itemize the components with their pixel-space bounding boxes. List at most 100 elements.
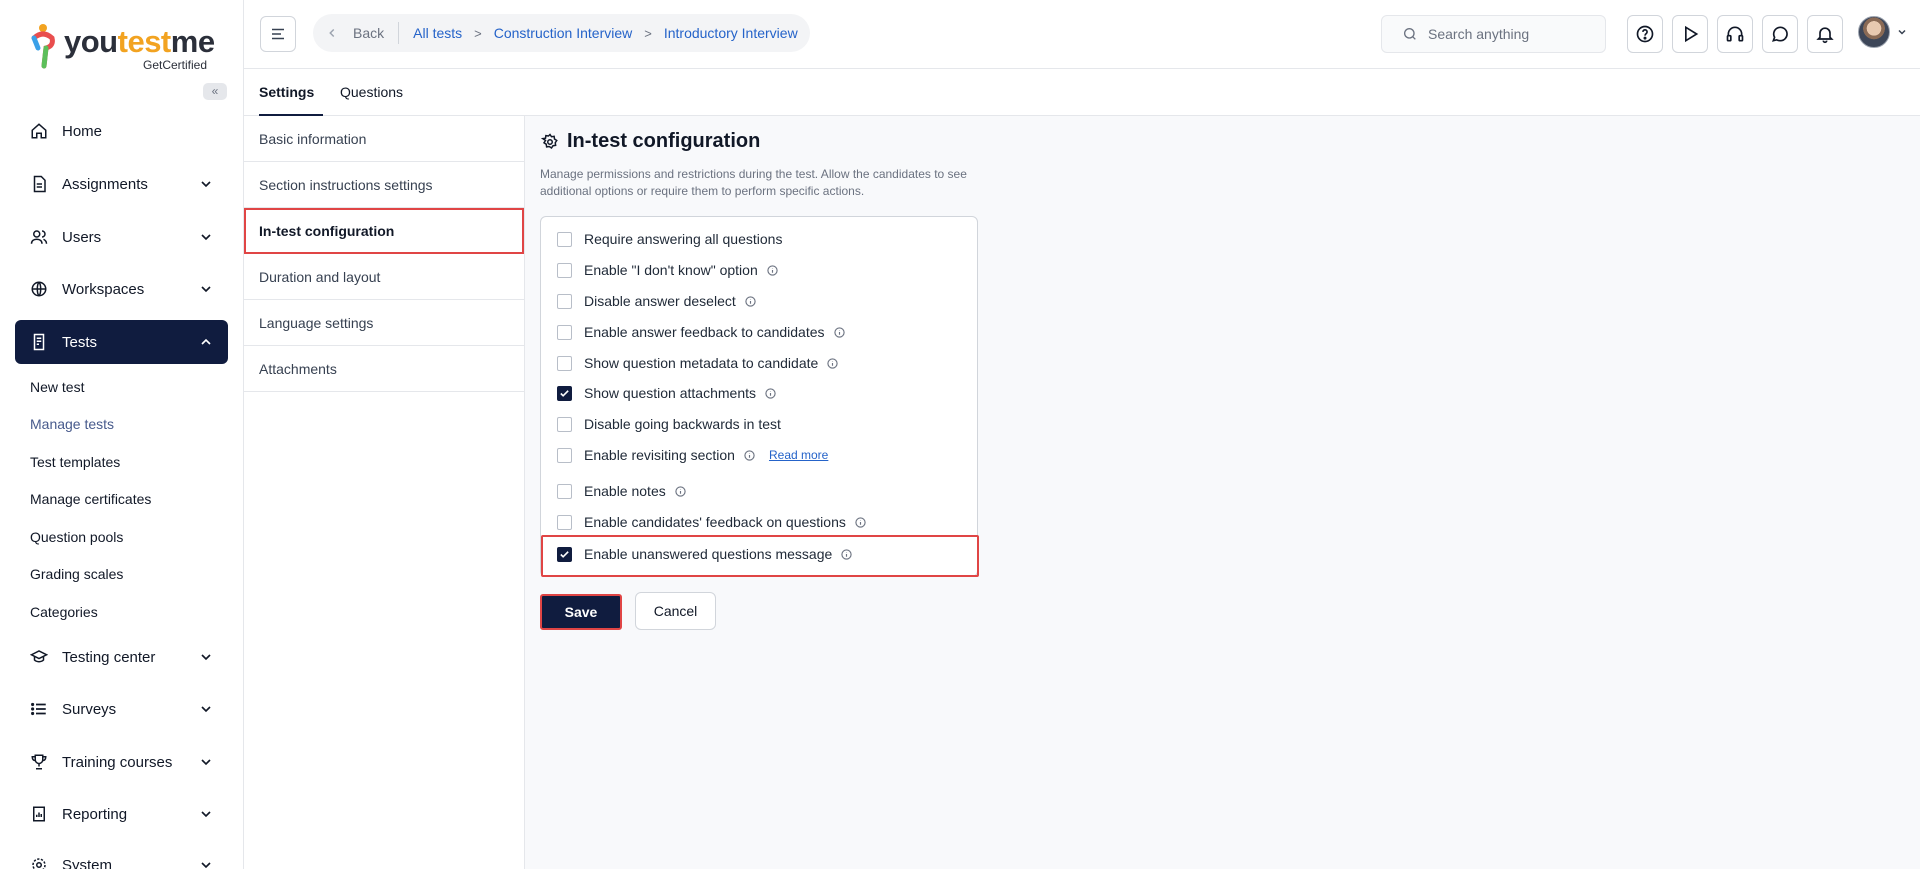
sidebar-item-label: Assignments (62, 175, 148, 193)
play-icon (1685, 25, 1699, 43)
page-title: In-test configuration (541, 130, 760, 153)
sidebar-item-label: Training courses (62, 753, 173, 771)
cancel-button[interactable]: Cancel (635, 592, 716, 630)
read-more-link[interactable]: Read more (769, 448, 828, 462)
checkbox[interactable] (557, 416, 572, 432)
sidebar-item-workspaces[interactable]: Workspaces (15, 267, 228, 311)
sidebar-subitem-manage-tests[interactable]: Manage tests (30, 416, 114, 432)
sidebar-item-tests[interactable]: Tests (15, 320, 228, 364)
option-disable-going-backwards[interactable]: Disable going backwards in test (557, 414, 781, 434)
sidebar-item-assignments[interactable]: Assignments (15, 162, 228, 206)
globe-icon (29, 279, 49, 299)
sidebar-item-users[interactable]: Users (15, 215, 228, 259)
sidebar-item-label: Users (62, 228, 102, 246)
sidebar: youtestme GetCertified « Home Assignment… (0, 0, 244, 869)
option-enable-notes[interactable]: Enable notes (557, 481, 686, 501)
chevron-down-icon (201, 862, 211, 869)
settings-item-section-instructions[interactable]: Section instructions settings (244, 162, 524, 208)
checkbox[interactable] (557, 324, 572, 340)
sidebar-item-label: Home (62, 122, 103, 140)
save-button[interactable]: Save (540, 594, 622, 630)
tab-questions[interactable]: Questions (340, 70, 403, 116)
sidebar-item-home[interactable]: Home (15, 109, 228, 153)
checkbox[interactable] (557, 293, 572, 309)
graduation-cap-icon (29, 647, 49, 667)
chat-button[interactable] (1762, 15, 1798, 53)
sidebar-subitem-new-test[interactable]: New test (30, 379, 84, 395)
sidebar-item-system[interactable]: System (15, 843, 228, 869)
sidebar-item-label: Tests (62, 333, 98, 351)
menu-icon (272, 28, 284, 40)
info-icon[interactable] (827, 357, 838, 369)
sidebar-subitem-question-pools[interactable]: Question pools (30, 529, 123, 545)
support-button[interactable] (1717, 15, 1753, 53)
checkbox-checked[interactable] (557, 546, 572, 562)
document-icon (29, 174, 49, 194)
breadcrumb-introductory-interview[interactable]: Introductory Interview (664, 25, 798, 41)
info-icon[interactable] (745, 295, 756, 307)
info-icon[interactable] (767, 264, 778, 276)
check-icon (560, 550, 569, 558)
notifications-button[interactable] (1807, 15, 1843, 53)
menu-toggle-button[interactable] (260, 16, 296, 52)
sidebar-subitem-grading-scales[interactable]: Grading scales (30, 566, 123, 582)
breadcrumb-separator: > (474, 25, 482, 41)
logo-wordmark: youtestme (64, 24, 215, 59)
headset-icon (1726, 26, 1744, 42)
sidebar-item-testing-center[interactable]: Testing center (15, 635, 228, 679)
breadcrumb-divider (398, 22, 400, 44)
option-enable-dont-know[interactable]: Enable "I don't know" option (557, 260, 778, 280)
settings-item-basic-information[interactable]: Basic information (244, 116, 524, 162)
chevron-up-icon (201, 338, 211, 345)
help-button[interactable] (1627, 15, 1663, 53)
option-show-question-attachments[interactable]: Show question attachments (557, 383, 776, 403)
option-enable-answer-feedback[interactable]: Enable answer feedback to candidates (557, 322, 845, 342)
settings-item-duration-and-layout[interactable]: Duration and layout (244, 254, 524, 300)
checkbox[interactable] (557, 231, 572, 247)
option-show-question-metadata[interactable]: Show question metadata to candidate (557, 353, 838, 373)
info-icon[interactable] (833, 326, 845, 338)
option-enable-revisiting-section[interactable]: Enable revisiting section Read more (557, 445, 828, 465)
sidebar-item-reporting[interactable]: Reporting (15, 792, 228, 836)
option-disable-answer-deselect[interactable]: Disable answer deselect (557, 291, 756, 311)
checkbox[interactable] (557, 262, 572, 278)
settings-item-in-test-configuration[interactable]: In-test configuration (244, 208, 524, 254)
option-enable-unanswered-message[interactable]: Enable unanswered questions message (557, 544, 852, 564)
breadcrumb-construction-interview[interactable]: Construction Interview (494, 25, 633, 41)
settings-item-attachments[interactable]: Attachments (244, 346, 524, 392)
checkbox[interactable] (557, 514, 572, 530)
logo[interactable]: youtestme GetCertified (30, 22, 220, 72)
sidebar-subitem-manage-certificates[interactable]: Manage certificates (30, 491, 151, 507)
help-icon (1636, 25, 1654, 43)
info-icon[interactable] (675, 485, 686, 497)
avatar[interactable] (1858, 16, 1890, 48)
chevron-down-icon[interactable] (1896, 26, 1908, 38)
info-icon[interactable] (841, 548, 852, 560)
chevron-down-icon (201, 181, 211, 188)
info-icon[interactable] (765, 387, 776, 399)
option-enable-candidates-feedback[interactable]: Enable candidates' feedback on questions (557, 512, 866, 532)
users-icon (29, 227, 49, 247)
tab-settings[interactable]: Settings (259, 70, 323, 116)
settings-item-language-settings[interactable]: Language settings (244, 300, 524, 346)
checkbox-checked[interactable] (557, 385, 572, 401)
collapse-sidebar-button[interactable]: « (203, 83, 227, 100)
back-button[interactable]: Back (325, 25, 384, 41)
chevron-down-icon (201, 706, 211, 713)
search-input[interactable]: Search anything (1381, 15, 1606, 53)
checkbox[interactable] (557, 483, 572, 499)
sidebar-item-training-courses[interactable]: Training courses (15, 740, 228, 784)
checkbox[interactable] (557, 355, 572, 371)
checkbox[interactable] (557, 447, 572, 463)
info-icon[interactable] (855, 516, 866, 528)
play-button[interactable] (1672, 15, 1708, 53)
breadcrumb-all-tests[interactable]: All tests (413, 25, 462, 41)
search-icon (1404, 28, 1416, 40)
sidebar-item-surveys[interactable]: Surveys (15, 687, 228, 731)
chevron-down-icon (201, 286, 211, 293)
options-card: Require answering all questions Enable "… (540, 216, 979, 577)
info-icon[interactable] (744, 449, 755, 461)
sidebar-subitem-categories[interactable]: Categories (30, 604, 98, 620)
sidebar-subitem-test-templates[interactable]: Test templates (30, 454, 120, 470)
option-require-answering-all[interactable]: Require answering all questions (557, 229, 782, 249)
